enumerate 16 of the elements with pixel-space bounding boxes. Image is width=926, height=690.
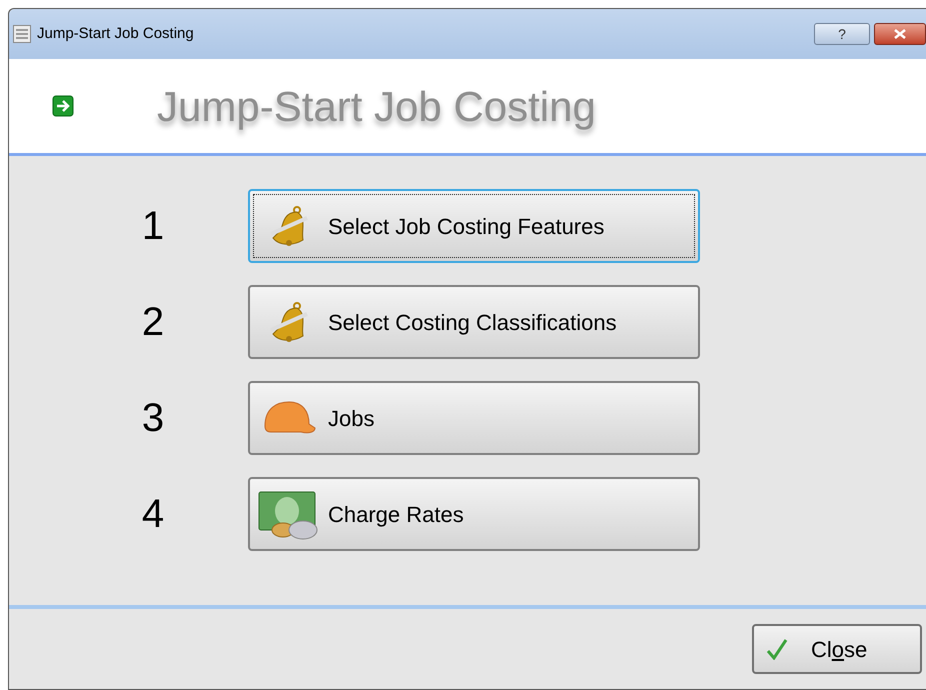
help-button[interactable]: ? (814, 23, 870, 45)
window-title: Jump-Start Job Costing (37, 24, 194, 44)
step-number: 4 (140, 491, 166, 538)
step-button[interactable]: Select Costing Classifications (248, 285, 700, 359)
header-title: Jump-Start Job Costing (157, 82, 596, 132)
close-icon (894, 29, 906, 39)
close-window-button[interactable] (874, 23, 926, 45)
menu-icon[interactable] (13, 25, 31, 43)
step-number: 2 (140, 299, 166, 346)
close-button[interactable]: Close (752, 624, 922, 674)
step-number: 1 (140, 203, 166, 250)
step-number: 3 (140, 395, 166, 442)
step-button[interactable]: Jobs (248, 381, 700, 455)
step-button[interactable]: Charge Rates (248, 477, 700, 551)
check-icon (766, 638, 788, 660)
step-button[interactable]: Select Job Costing Features (248, 189, 700, 263)
